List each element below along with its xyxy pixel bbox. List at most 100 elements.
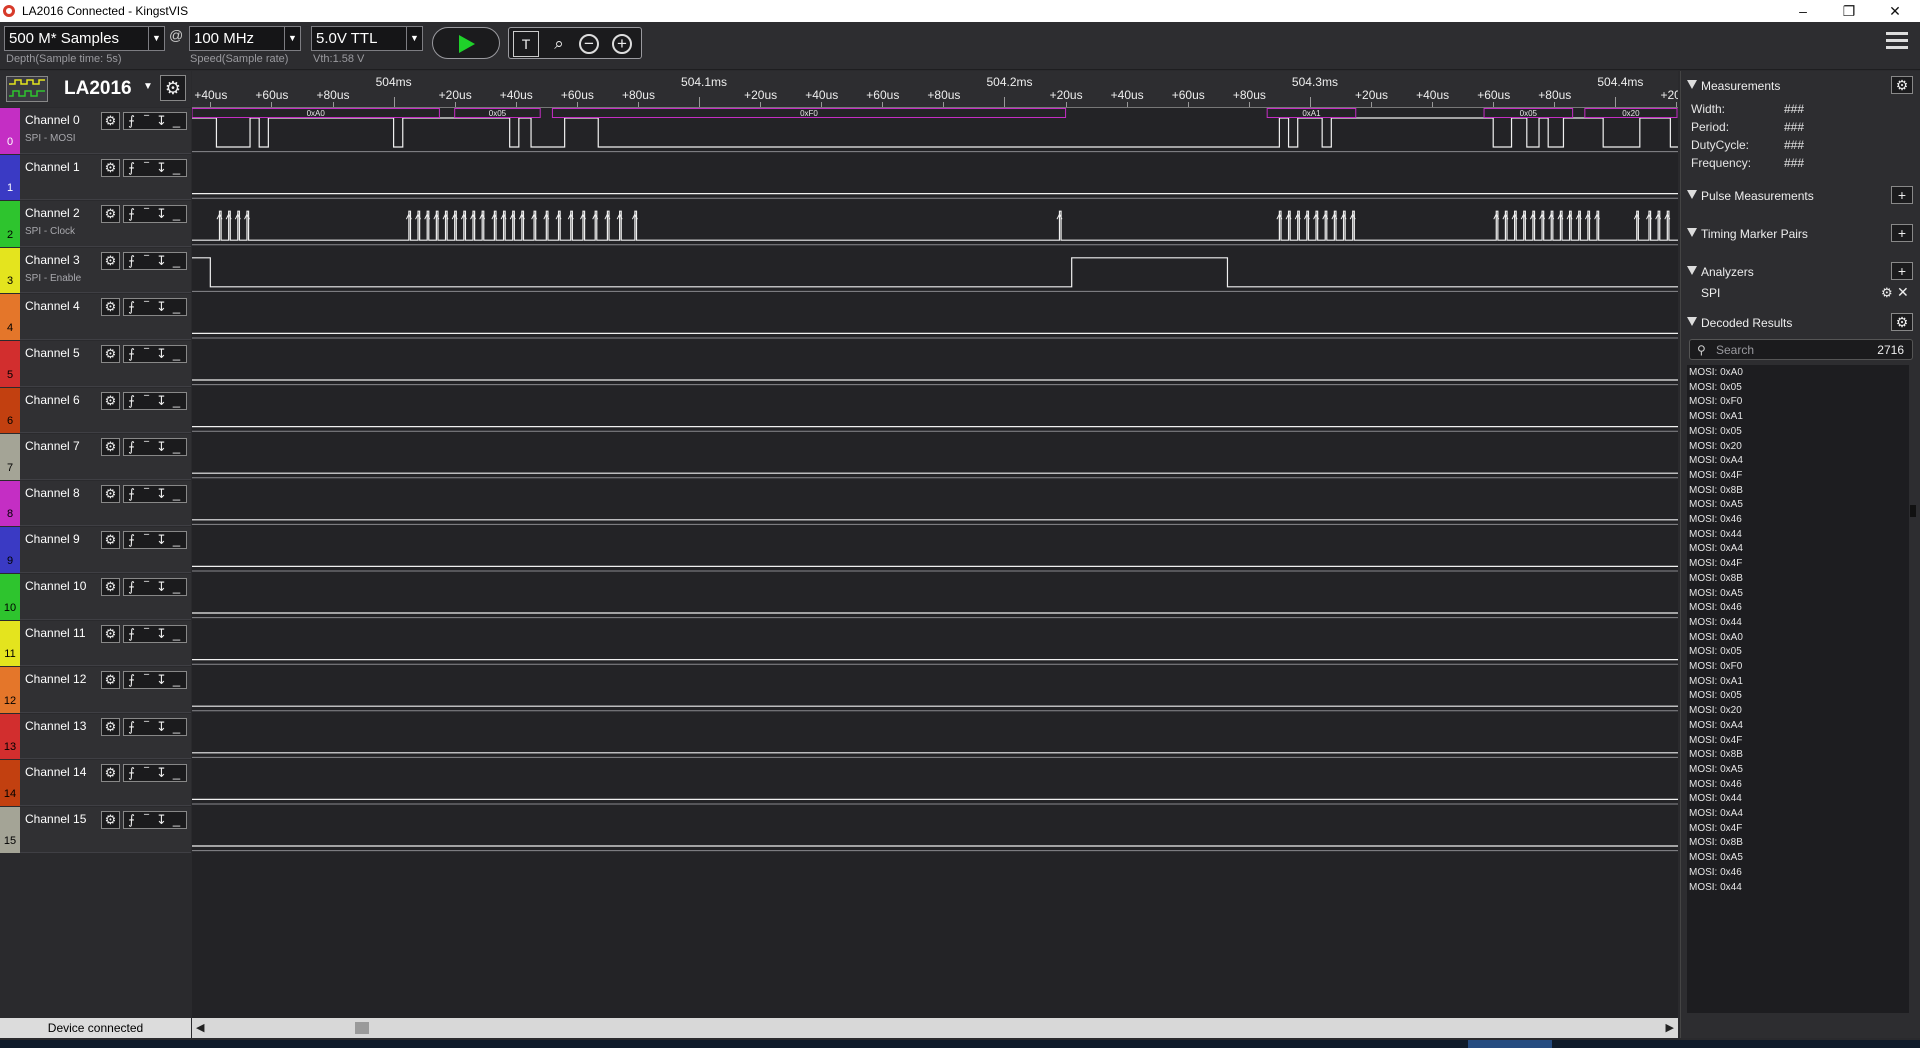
channel-color-swatch[interactable]: 5 [0, 341, 20, 387]
channel-gear-icon[interactable]: ⚙ [101, 484, 120, 503]
trigger-edge-icon[interactable]: ⨍ [124, 393, 139, 409]
channel-gear-icon[interactable]: ⚙ [101, 531, 120, 550]
channel-row-5[interactable]: 5 Channel 5 ⚙ ⨍ ‾ ↧ _ [0, 341, 191, 387]
waveform-view-icon[interactable] [6, 76, 48, 102]
decoded-result-item[interactable]: MOSI: 0x05 [1689, 690, 1742, 701]
channel-name[interactable]: Channel 7 [25, 439, 80, 453]
text-tool-icon[interactable]: T [513, 31, 539, 57]
scroll-left-arrow-icon[interactable]: ◀ [196, 1021, 204, 1034]
channel-name[interactable]: Channel 13 [25, 719, 86, 733]
decoded-result-item[interactable]: MOSI: 0x05 [1689, 382, 1742, 393]
decoded-result-item[interactable]: MOSI: 0x46 [1689, 514, 1742, 525]
device-name[interactable]: LA2016 [64, 78, 132, 100]
trigger-high-icon[interactable]: ‾ [139, 579, 154, 595]
channel-name[interactable]: Channel 1 [25, 160, 80, 174]
analyzers-header[interactable]: Analyzers + [1681, 261, 1920, 283]
decoded-result-item[interactable]: MOSI: 0xA5 [1689, 499, 1743, 510]
trigger-falling-icon[interactable]: ↧ [154, 113, 169, 129]
trigger-falling-icon[interactable]: ↧ [154, 812, 169, 828]
trigger-falling-icon[interactable]: ↧ [154, 253, 169, 269]
channel-row-7[interactable]: 7 Channel 7 ⚙ ⨍ ‾ ↧ _ [0, 434, 191, 480]
channel-color-swatch[interactable]: 4 [0, 294, 20, 340]
channel-gear-icon[interactable]: ⚙ [101, 391, 120, 410]
channel-row-3[interactable]: 3 Channel 3 SPI - Enable ⚙ ⨍ ‾ ↧ _ [0, 247, 191, 294]
decoded-result-item[interactable]: MOSI: 0x4F [1689, 558, 1742, 569]
decoded-results-list[interactable]: MOSI: 0xA0 MOSI: 0x05 MOSI: 0xF0 MOSI: 0xA1… [1687, 365, 1909, 1013]
trigger-falling-icon[interactable]: ↧ [154, 672, 169, 688]
chevron-down-icon[interactable]: ▼ [143, 81, 153, 92]
decoded-results-header[interactable]: Decoded Results ⚙ [1681, 312, 1920, 334]
waveform-area[interactable]: 0xA0 0x05 0xF0 0xA1 0x05 0x20 [192, 108, 1678, 1018]
channel-name[interactable]: Channel 2 [25, 206, 80, 220]
channel-color-swatch[interactable]: 14 [0, 760, 20, 806]
zoom-in-icon[interactable]: + [612, 34, 632, 54]
trigger-edge-icon[interactable]: ⨍ [124, 160, 139, 176]
decoded-result-item[interactable]: MOSI: 0x8B [1689, 749, 1743, 760]
decoded-search-input[interactable]: ⚲ Search 2716 [1689, 339, 1913, 360]
decoded-result-item[interactable]: MOSI: 0x46 [1689, 867, 1742, 878]
decoded-result-item[interactable]: MOSI: 0xA0 [1689, 367, 1743, 378]
trigger-low-icon[interactable]: _ [169, 160, 184, 176]
channel-color-swatch[interactable]: 9 [0, 527, 20, 573]
trigger-edge-icon[interactable]: ⨍ [124, 206, 139, 222]
channel-gear-icon[interactable]: ⚙ [101, 671, 120, 690]
trigger-high-icon[interactable]: ‾ [139, 253, 154, 269]
run-button[interactable] [432, 27, 500, 59]
trigger-edge-icon[interactable]: ⨍ [124, 626, 139, 642]
trigger-low-icon[interactable]: _ [169, 765, 184, 781]
decoded-result-item[interactable]: MOSI: 0x8B [1689, 485, 1743, 496]
sample-rate-select[interactable]: 100 MHz ▼ [189, 26, 301, 51]
decoded-result-item[interactable]: MOSI: 0x46 [1689, 602, 1742, 613]
analyzer-spi-item[interactable]: SPI [1701, 286, 1720, 300]
channel-color-swatch[interactable]: 10 [0, 574, 20, 620]
trigger-high-icon[interactable]: ‾ [139, 206, 154, 222]
decoded-result-item[interactable]: MOSI: 0xA5 [1689, 764, 1743, 775]
trigger-low-icon[interactable]: _ [169, 719, 184, 735]
decoded-result-item[interactable]: MOSI: 0xA1 [1689, 676, 1743, 687]
trigger-low-icon[interactable]: _ [169, 532, 184, 548]
trigger-low-icon[interactable]: _ [169, 113, 184, 129]
decoded-result-item[interactable]: MOSI: 0xA0 [1689, 632, 1743, 643]
decoded-result-item[interactable]: MOSI: 0xA4 [1689, 808, 1743, 819]
trigger-high-icon[interactable]: ‾ [139, 486, 154, 502]
channel-row-1[interactable]: 1 Channel 1 ⚙ ⨍ ‾ ↧ _ [0, 154, 191, 201]
decoded-result-item[interactable]: MOSI: 0x8B [1689, 573, 1743, 584]
channel-row-8[interactable]: 8 Channel 8 ⚙ ⨍ ‾ ↧ _ [0, 480, 191, 527]
decoded-result-item[interactable]: MOSI: 0xF0 [1689, 661, 1742, 672]
collapse-arrow-icon[interactable] [1687, 80, 1697, 89]
trigger-low-icon[interactable]: _ [169, 486, 184, 502]
channel-gear-icon[interactable]: ⚙ [101, 811, 120, 829]
decoded-results-gear-icon[interactable]: ⚙ [1891, 313, 1913, 331]
channel-color-swatch[interactable]: 0 [0, 108, 20, 154]
channel-color-swatch[interactable]: 1 [0, 154, 20, 201]
channel-gear-icon[interactable]: ⚙ [101, 345, 120, 363]
timing-marker-pairs-header[interactable]: Timing Marker Pairs + [1681, 223, 1920, 245]
channel-gear-icon[interactable]: ⚙ [101, 578, 120, 596]
trigger-high-icon[interactable]: ‾ [139, 299, 154, 315]
trigger-low-icon[interactable]: _ [169, 346, 184, 362]
measurements-section-header[interactable]: Measurements ⚙ [1681, 75, 1920, 97]
decoded-result-item[interactable]: MOSI: 0x05 [1689, 646, 1742, 657]
collapse-arrow-icon[interactable] [1687, 228, 1697, 237]
trigger-falling-icon[interactable]: ↧ [154, 626, 169, 642]
channel-name[interactable]: Channel 5 [25, 346, 80, 360]
decoded-result-item[interactable]: MOSI: 0x4F [1689, 470, 1742, 481]
channel-gear-icon[interactable]: ⚙ [101, 764, 120, 783]
decoded-result-item[interactable]: MOSI: 0xA4 [1689, 455, 1743, 466]
decoded-result-item[interactable]: MOSI: 0x20 [1689, 705, 1742, 716]
decoded-result-item[interactable]: MOSI: 0x44 [1689, 793, 1742, 804]
add-timing-marker-button[interactable]: + [1891, 224, 1913, 242]
channel-gear-icon[interactable]: ⚙ [101, 298, 120, 317]
channel-color-swatch[interactable]: 13 [0, 713, 20, 760]
channel-gear-icon[interactable]: ⚙ [101, 158, 120, 177]
trigger-falling-icon[interactable]: ↧ [154, 393, 169, 409]
add-analyzer-button[interactable]: + [1891, 262, 1913, 280]
channel-row-15[interactable]: 15 Channel 15 ⚙ ⨍ ‾ ↧ _ [0, 807, 191, 853]
channel-gear-icon[interactable]: ⚙ [101, 624, 120, 643]
channel-color-swatch[interactable]: 8 [0, 480, 20, 527]
decoded-result-item[interactable]: MOSI: 0x4F [1689, 823, 1742, 834]
decoded-result-item[interactable]: MOSI: 0x20 [1689, 441, 1742, 452]
channel-row-9[interactable]: 9 Channel 9 ⚙ ⨍ ‾ ↧ _ [0, 527, 191, 573]
channel-color-swatch[interactable]: 2 [0, 201, 20, 247]
decoded-result-item[interactable]: MOSI: 0x05 [1689, 426, 1742, 437]
